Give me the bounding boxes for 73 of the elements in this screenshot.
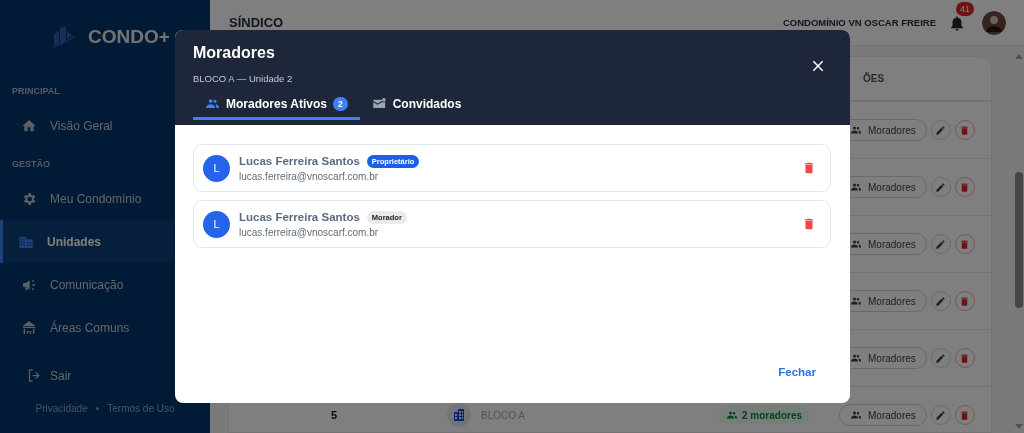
delete-button[interactable] [954,348,975,368]
pencil-icon [935,238,947,250]
edit-button[interactable] [930,348,951,368]
tab[interactable]: Convidados [359,90,474,120]
notification-count: 41 [956,1,974,16]
separator-dot: • [95,403,100,414]
pencil-icon [935,352,947,364]
people-icon [850,238,862,250]
pencil-icon [935,181,947,193]
mail-icon [371,96,387,111]
people-icon [205,96,220,111]
logout-icon [27,368,42,383]
initial-avatar: L [203,154,230,182]
resident-email: lucas.ferreira@vnoscarf.com.br [239,226,380,238]
edit-button[interactable] [930,120,951,140]
edit-button[interactable] [930,291,951,311]
resident-name: Lucas Ferreira Santos [239,211,360,223]
dialog-title: Moradores [193,44,276,62]
delete-button[interactable] [954,291,975,311]
count-badge: 2 [332,96,348,111]
trash-icon [959,352,971,364]
pencil-icon [935,124,947,136]
trash-icon [802,217,816,231]
edit-button[interactable] [930,405,951,425]
brand-name: CONDO+ [88,26,170,48]
dialog-subtitle: BLOCO A — Unidade 2 [193,73,294,84]
people-icon [850,295,862,307]
pencil-icon [935,409,947,421]
people-icon [850,181,862,193]
people-icon [726,409,738,421]
resident-name: Lucas Ferreira Santos [239,155,360,167]
trash-icon [802,161,816,175]
pavilion-icon [21,319,37,336]
delete-button[interactable] [802,161,816,175]
initial-avatar: L [203,210,230,238]
building-icon [447,403,471,427]
trash-icon [959,124,971,136]
residents-button[interactable]: Moradores [839,404,927,426]
nav-item[interactable]: Áreas Comuns [0,306,210,349]
home-icon [21,117,37,134]
delete-button[interactable] [954,120,975,140]
trash-icon [959,238,971,250]
nav-item[interactable]: Comunicação [0,263,210,306]
trash-icon [959,409,971,421]
avatar[interactable] [982,10,1006,35]
section-title: GESTÃO [11,158,51,171]
pencil-icon [935,295,947,307]
footer-link[interactable]: Privacidade [35,403,88,414]
residents-count: 2 moradores [718,406,810,424]
tab[interactable]: Moradores Ativos 2 [193,90,360,120]
condo-name: CONDOMÍNIO VN OSCAR FREIRE [782,17,936,28]
delete-button[interactable] [802,217,816,231]
unit-number: 5 [330,409,338,421]
close-button[interactable]: Fechar [768,362,826,382]
edit-button[interactable] [930,234,951,254]
footer-link[interactable]: Termos de Uso [107,403,175,414]
bell-icon[interactable] [948,13,966,32]
logout-item[interactable]: Sair [0,354,210,397]
page-title: SÍNDICO [229,15,285,30]
delete-button[interactable] [954,405,975,425]
trash-icon [959,295,971,307]
people-icon [850,352,862,364]
edit-button[interactable] [930,177,951,197]
resident-email: lucas.ferreira@vnoscarf.com.br [239,170,380,182]
building-logo-icon [50,26,76,48]
delete-button[interactable] [954,177,975,197]
people-icon [850,409,862,421]
people-icon [850,124,862,136]
delete-button[interactable] [954,234,975,254]
gear-icon [21,190,37,207]
column-heading: ÕES [862,73,886,84]
trash-icon [959,181,971,193]
close-button[interactable] [811,59,825,73]
